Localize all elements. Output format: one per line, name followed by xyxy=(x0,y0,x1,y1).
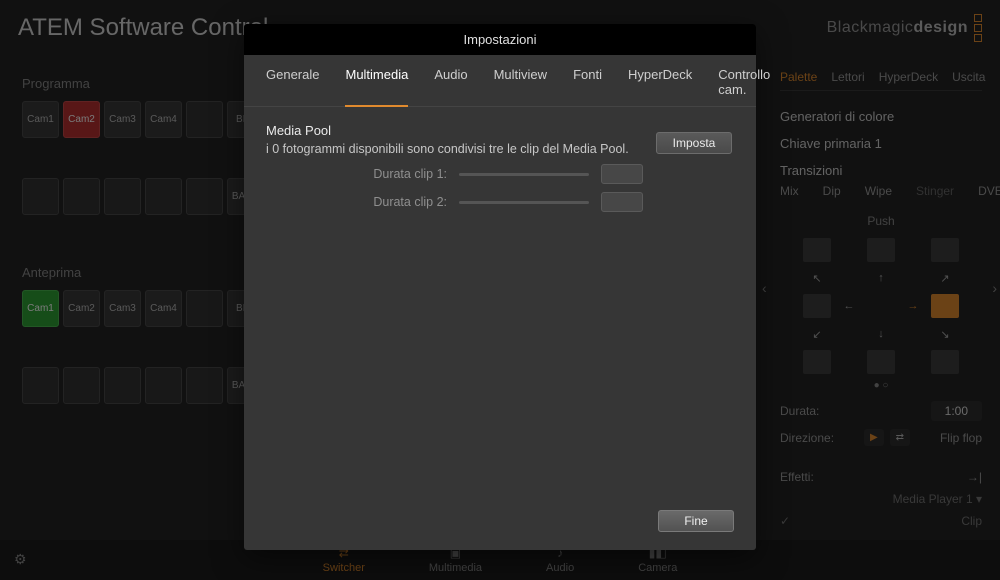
tab-hyperdeck-modal[interactable]: HyperDeck xyxy=(628,67,692,106)
imposta-button[interactable]: Imposta xyxy=(656,132,732,154)
clip2-slider[interactable] xyxy=(459,201,589,204)
clip1-label: Durata clip 1: xyxy=(357,167,447,181)
tab-fonti[interactable]: Fonti xyxy=(573,67,602,106)
tab-audio[interactable]: Audio xyxy=(434,67,467,106)
tab-multiview[interactable]: Multiview xyxy=(494,67,547,106)
modal-tabs: Generale Multimedia Audio Multiview Font… xyxy=(244,55,756,107)
clip1-value[interactable] xyxy=(601,164,643,184)
fine-button[interactable]: Fine xyxy=(658,510,734,532)
settings-modal: Impostazioni Generale Multimedia Audio M… xyxy=(244,24,756,550)
modal-title: Impostazioni xyxy=(244,24,756,55)
tab-controllo-cam[interactable]: Controllo cam. xyxy=(718,67,770,106)
clip1-slider[interactable] xyxy=(459,173,589,176)
clip2-value[interactable] xyxy=(601,192,643,212)
clip2-label: Durata clip 2: xyxy=(357,195,447,209)
tab-generale[interactable]: Generale xyxy=(266,67,319,106)
tab-multimedia[interactable]: Multimedia xyxy=(345,67,408,107)
